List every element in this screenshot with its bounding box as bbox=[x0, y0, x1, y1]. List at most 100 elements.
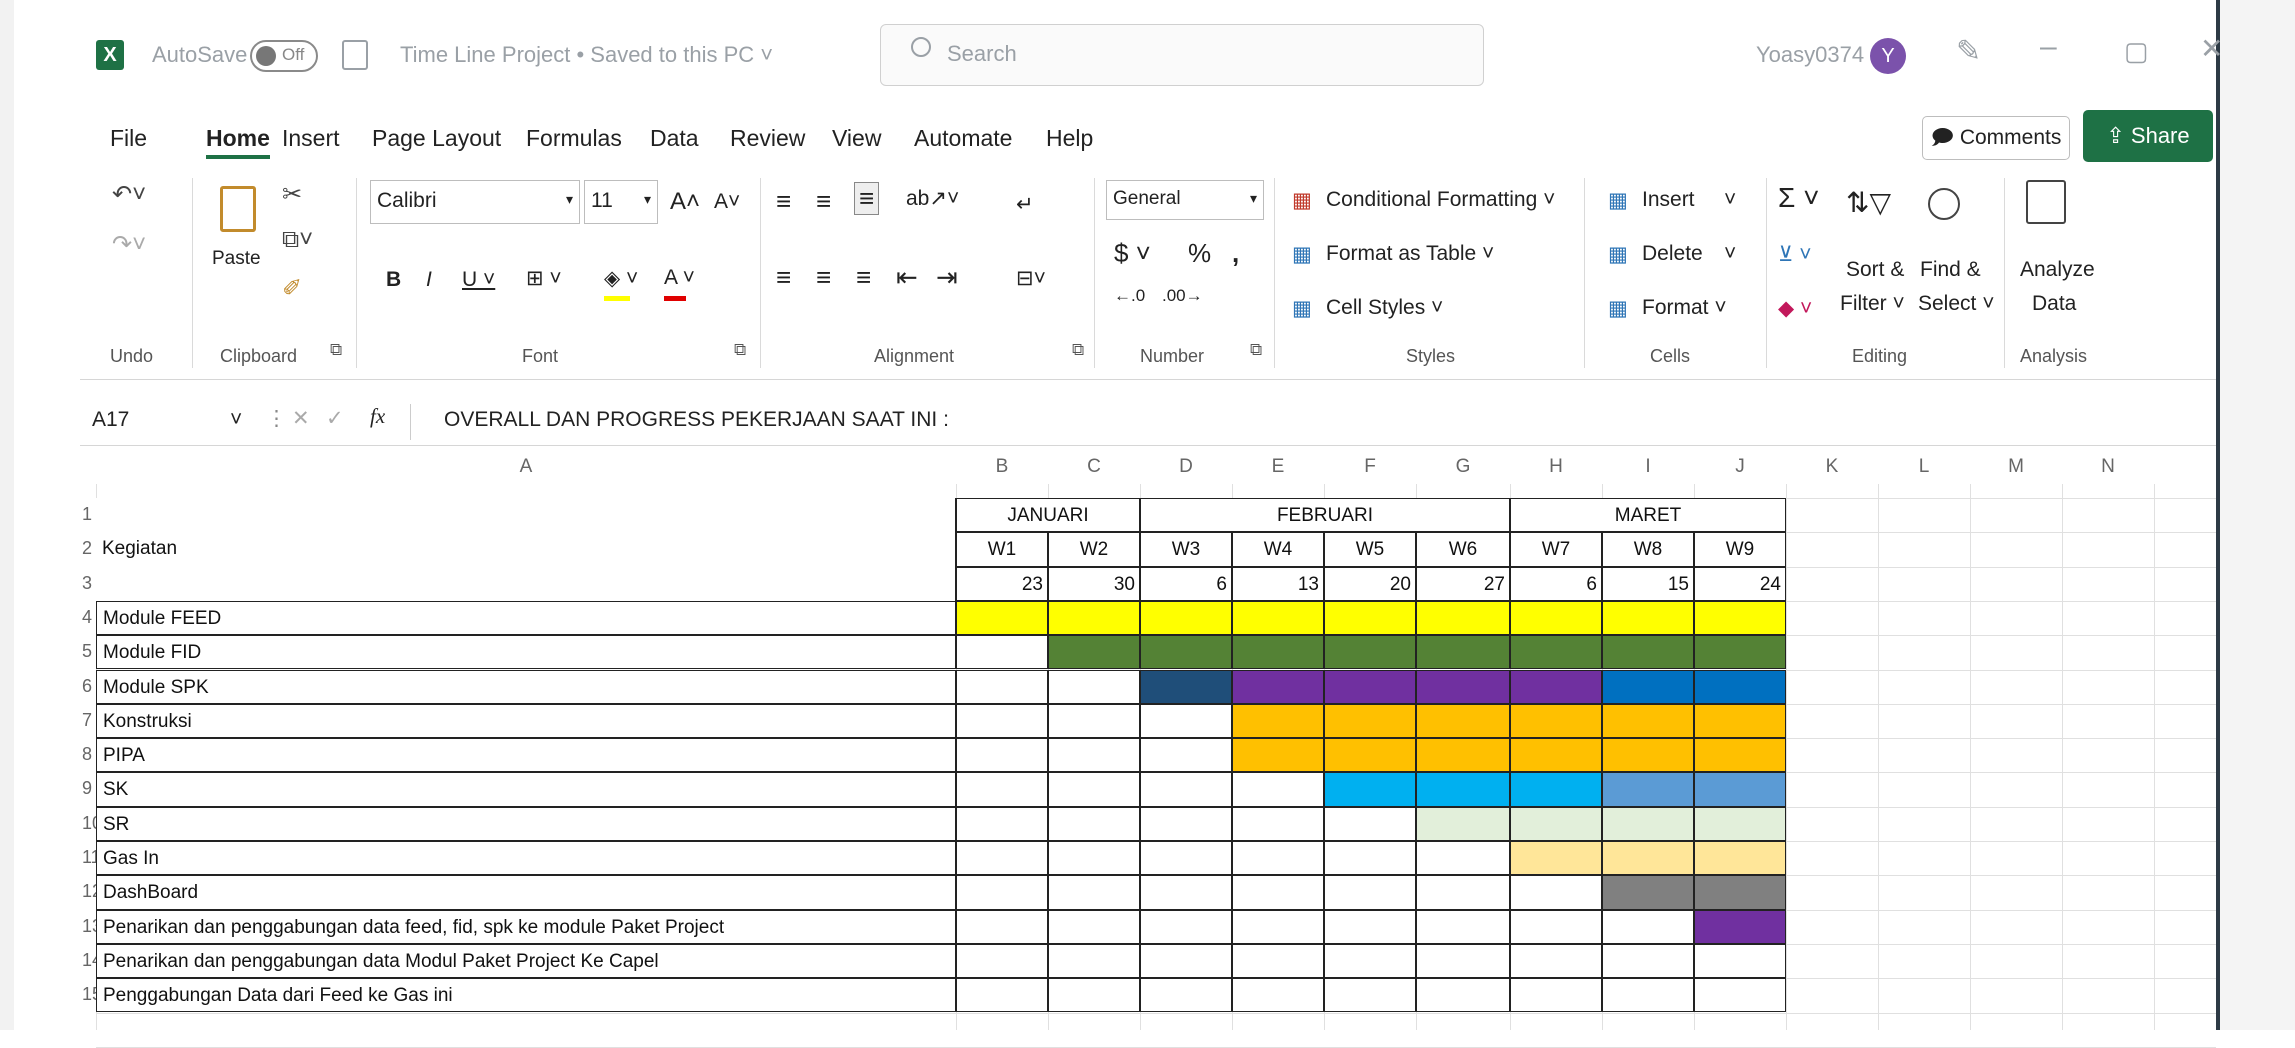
tab-data[interactable]: Data bbox=[650, 125, 699, 152]
date-cell[interactable]: 24 bbox=[1694, 566, 1786, 601]
week-cell[interactable]: W8 bbox=[1602, 532, 1694, 567]
task-name-cell[interactable]: SR bbox=[96, 806, 956, 841]
date-cell[interactable]: 23 bbox=[956, 566, 1048, 601]
date-cell[interactable]: 27 bbox=[1416, 566, 1510, 601]
column-header[interactable]: J bbox=[1694, 450, 1786, 484]
timeline-cell[interactable] bbox=[1048, 635, 1140, 670]
font-name-select[interactable]: Calibri ▾ bbox=[370, 180, 580, 224]
date-cell[interactable]: 6 bbox=[1140, 566, 1232, 601]
timeline-cell[interactable] bbox=[1694, 669, 1786, 704]
increase-decimal-icon[interactable]: ←.0 bbox=[1114, 286, 1145, 306]
timeline-cell[interactable] bbox=[1416, 841, 1510, 876]
timeline-cell[interactable] bbox=[1324, 978, 1416, 1013]
timeline-cell[interactable] bbox=[1602, 943, 1694, 979]
timeline-cell[interactable] bbox=[1232, 772, 1324, 807]
align-center-icon[interactable]: ≡ bbox=[816, 262, 831, 293]
column-header[interactable]: N bbox=[2062, 450, 2154, 484]
task-name-cell[interactable]: Module SPK bbox=[96, 669, 956, 704]
delete-cells-button[interactable]: Delete bbox=[1642, 242, 1703, 266]
orientation-icon[interactable]: ab↗˅ bbox=[906, 186, 959, 211]
timeline-cell[interactable] bbox=[1232, 669, 1324, 704]
timeline-cell[interactable] bbox=[1602, 841, 1694, 876]
timeline-cell[interactable] bbox=[1602, 806, 1694, 841]
timeline-cell[interactable] bbox=[956, 875, 1048, 910]
week-cell[interactable]: W6 bbox=[1416, 532, 1510, 567]
column-header[interactable]: H bbox=[1510, 450, 1602, 484]
align-right-icon[interactable]: ≡ bbox=[856, 262, 871, 293]
user-name[interactable]: Yoasy0374 bbox=[1756, 42, 1864, 68]
column-header[interactable]: I bbox=[1602, 450, 1694, 484]
tab-formulas[interactable]: Formulas bbox=[526, 125, 622, 152]
timeline-cell[interactable] bbox=[956, 978, 1048, 1013]
timeline-cell[interactable] bbox=[1694, 772, 1786, 807]
timeline-cell[interactable] bbox=[1510, 841, 1602, 876]
column-header[interactable]: G bbox=[1416, 450, 1510, 484]
clipboard-launcher-icon[interactable]: ⧉ bbox=[330, 340, 342, 360]
timeline-cell[interactable] bbox=[1694, 738, 1786, 773]
timeline-cell[interactable] bbox=[1602, 978, 1694, 1013]
wrap-text-icon[interactable]: ↵ bbox=[1016, 192, 1034, 217]
currency-icon[interactable]: $ ˅ bbox=[1114, 238, 1151, 269]
column-header[interactable]: B bbox=[956, 450, 1048, 484]
timeline-cell[interactable] bbox=[1416, 909, 1510, 944]
minimize-icon[interactable]: – bbox=[2040, 30, 2057, 64]
week-cell[interactable]: W5 bbox=[1324, 532, 1416, 567]
timeline-cell[interactable] bbox=[956, 669, 1048, 704]
column-header[interactable]: K bbox=[1786, 450, 1878, 484]
cut-icon[interactable]: ✂ bbox=[282, 180, 302, 209]
timeline-cell[interactable] bbox=[1510, 772, 1602, 807]
column-header[interactable]: F bbox=[1324, 450, 1416, 484]
timeline-cell[interactable] bbox=[1694, 978, 1786, 1013]
timeline-cell[interactable] bbox=[1232, 909, 1324, 944]
timeline-cell[interactable] bbox=[1048, 909, 1140, 944]
align-left-icon[interactable]: ≡ bbox=[776, 262, 791, 293]
task-name-cell[interactable]: Module FEED bbox=[96, 600, 956, 636]
fill-icon[interactable]: ⊻ ˅ bbox=[1778, 242, 1811, 267]
number-format-select[interactable]: General ▾ bbox=[1106, 180, 1264, 220]
format-painter-icon[interactable]: ✐ bbox=[282, 274, 302, 303]
timeline-cell[interactable] bbox=[1048, 600, 1140, 636]
timeline-cell[interactable] bbox=[1232, 841, 1324, 876]
timeline-cell[interactable] bbox=[1602, 669, 1694, 704]
timeline-cell[interactable] bbox=[1324, 875, 1416, 910]
date-cell[interactable]: 20 bbox=[1324, 566, 1416, 601]
timeline-cell[interactable] bbox=[1602, 875, 1694, 910]
timeline-cell[interactable] bbox=[956, 909, 1048, 944]
timeline-cell[interactable] bbox=[1140, 635, 1232, 670]
timeline-cell[interactable] bbox=[1232, 978, 1324, 1013]
tab-insert[interactable]: Insert bbox=[282, 125, 340, 152]
decrease-decimal-icon[interactable]: .00→ bbox=[1162, 286, 1203, 306]
close-icon[interactable]: ✕ bbox=[2200, 32, 2223, 65]
comma-style-icon[interactable]: , bbox=[1232, 238, 1239, 269]
increase-font-icon[interactable]: A˄ bbox=[670, 188, 700, 216]
column-header[interactable]: D bbox=[1140, 450, 1232, 484]
conditional-formatting-button[interactable]: Conditional Formatting ˅ bbox=[1326, 188, 1555, 212]
sort-filter-line2[interactable]: Filter ˅ bbox=[1840, 292, 1905, 316]
task-name-cell[interactable]: Konstruksi bbox=[96, 703, 956, 739]
timeline-cell[interactable] bbox=[1324, 669, 1416, 704]
timeline-cell[interactable] bbox=[1416, 772, 1510, 807]
align-top-icon[interactable]: ≡ bbox=[776, 186, 791, 217]
timeline-cell[interactable] bbox=[1694, 909, 1786, 944]
sort-filter-line1[interactable]: Sort & bbox=[1846, 258, 1904, 282]
timeline-cell[interactable] bbox=[1232, 943, 1324, 979]
timeline-cell[interactable] bbox=[1324, 943, 1416, 979]
paste-button[interactable]: Paste bbox=[210, 178, 270, 288]
timeline-cell[interactable] bbox=[1140, 806, 1232, 841]
format-cells-button[interactable]: Format ˅ bbox=[1642, 296, 1727, 320]
column-header[interactable]: M bbox=[1970, 450, 2062, 484]
timeline-cell[interactable] bbox=[1140, 978, 1232, 1013]
timeline-cell[interactable] bbox=[1694, 635, 1786, 670]
tab-view[interactable]: View bbox=[832, 125, 881, 152]
chevron-down-icon[interactable]: ˅ bbox=[230, 408, 242, 432]
timeline-cell[interactable] bbox=[1416, 806, 1510, 841]
percent-icon[interactable]: % bbox=[1188, 238, 1211, 269]
timeline-cell[interactable] bbox=[1140, 909, 1232, 944]
timeline-cell[interactable] bbox=[1602, 738, 1694, 773]
avatar[interactable]: Y bbox=[1870, 38, 1906, 74]
timeline-cell[interactable] bbox=[1232, 806, 1324, 841]
increase-indent-icon[interactable]: ⇥ bbox=[936, 262, 958, 293]
save-icon[interactable] bbox=[342, 40, 368, 70]
timeline-cell[interactable] bbox=[1694, 841, 1786, 876]
timeline-cell[interactable] bbox=[1602, 703, 1694, 739]
